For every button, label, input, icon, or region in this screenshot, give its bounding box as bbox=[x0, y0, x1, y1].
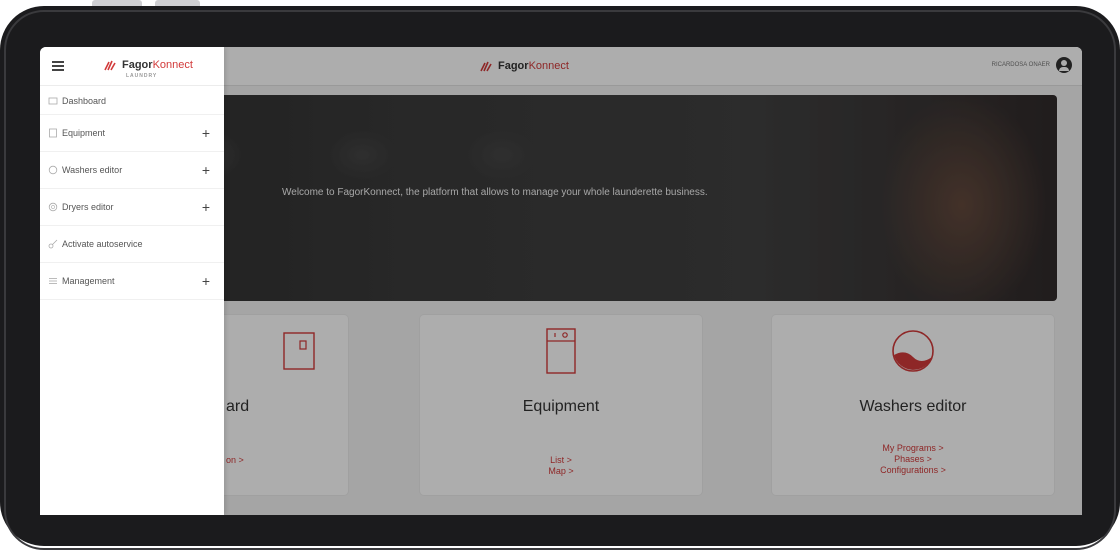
expand-plus-icon[interactable]: + bbox=[202, 125, 210, 141]
dashboard-icon bbox=[48, 96, 58, 106]
expand-plus-icon[interactable]: + bbox=[202, 273, 210, 289]
sidebar-item-management[interactable]: Management + bbox=[40, 263, 224, 300]
sidebar-item-dashboard[interactable]: Dashboard bbox=[40, 87, 224, 115]
dryer-icon bbox=[48, 202, 58, 212]
expand-plus-icon[interactable]: + bbox=[202, 162, 210, 178]
sidebar-item-label: Equipment bbox=[62, 128, 106, 138]
brand-tagline: LAUNDRY bbox=[126, 73, 158, 79]
sidebar-item-label: Dashboard bbox=[62, 95, 107, 106]
fagor-logo-icon bbox=[104, 60, 116, 71]
sidebar-item-label: Activate autoservice bbox=[62, 239, 143, 249]
sidebar-header: Fagor Konnect LAUNDRY bbox=[40, 47, 224, 86]
sidebar-menu: Dashboard Equipment + Washers editor + D… bbox=[40, 87, 224, 300]
washer-icon bbox=[48, 165, 58, 175]
equipment-icon bbox=[48, 128, 58, 138]
hamburger-menu-icon[interactable] bbox=[52, 61, 64, 71]
sidebar-item-label: Dryers editor bbox=[62, 202, 114, 212]
expand-plus-icon[interactable]: + bbox=[202, 199, 210, 215]
sidebar-drawer: Fagor Konnect LAUNDRY Dashboard Equipment… bbox=[40, 47, 224, 515]
brand-name-konnect: Konnect bbox=[152, 59, 193, 71]
sidebar-item-activate-autoservice[interactable]: Activate autoservice bbox=[40, 226, 224, 263]
brand-name-fagor: Fagor bbox=[122, 59, 153, 71]
sidebar-item-equipment[interactable]: Equipment + bbox=[40, 115, 224, 152]
management-icon bbox=[48, 276, 58, 286]
tablet-screen: Fagor Konnect RICARDOSA ONAER Welcome to … bbox=[40, 47, 1082, 515]
key-icon bbox=[48, 239, 58, 249]
sidebar-item-washers-editor[interactable]: Washers editor + bbox=[40, 152, 224, 189]
sidebar-item-label: Management bbox=[62, 276, 115, 286]
sidebar-logo[interactable]: Fagor Konnect LAUNDRY bbox=[104, 59, 193, 79]
sidebar-item-dryers-editor[interactable]: Dryers editor + bbox=[40, 189, 224, 226]
sidebar-item-label: Washers editor bbox=[62, 165, 123, 175]
